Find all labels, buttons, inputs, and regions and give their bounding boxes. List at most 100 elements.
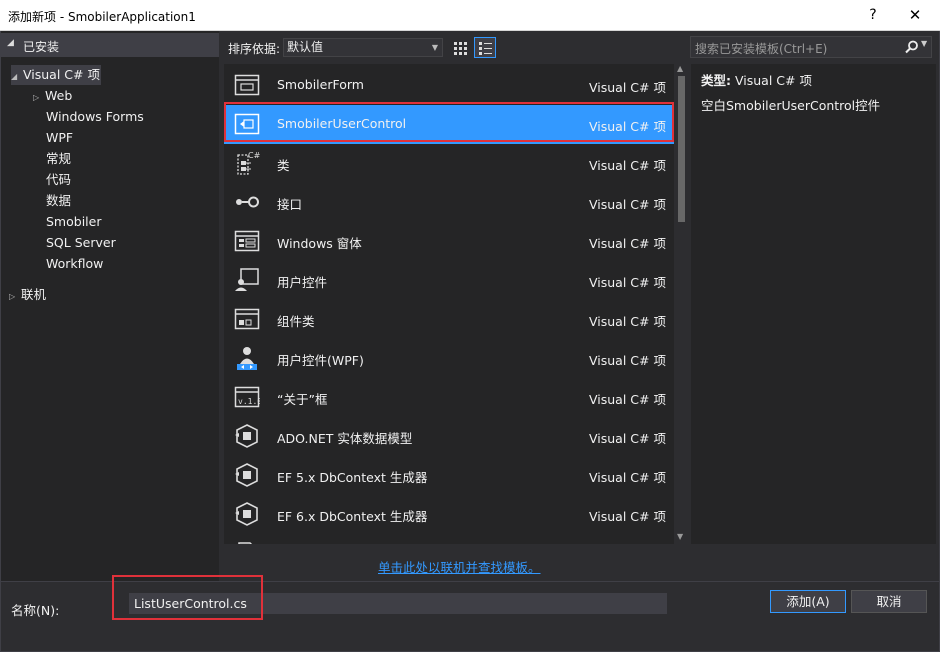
- template-row-partial[interactable]: [224, 534, 674, 544]
- template-language: Visual C# 项: [589, 314, 666, 329]
- template-list-scrollbar[interactable]: ▲ ▼: [675, 64, 688, 544]
- template-name: 组件类: [277, 314, 315, 329]
- template-row-ado-net-entity-model[interactable]: ADO.NET 实体数据模型 Visual C# 项: [224, 417, 674, 456]
- template-row-smobilerusercontrol[interactable]: SmobilerUserControl Visual C# 项: [224, 105, 674, 144]
- template-name: 用户控件(WPF): [277, 353, 364, 368]
- template-row-ef6-dbcontext[interactable]: EF 6.x DbContext 生成器 Visual C# 项: [224, 495, 674, 534]
- chevron-down-icon: ▼: [431, 43, 438, 52]
- grid-view-button[interactable]: [449, 37, 471, 58]
- sort-label: 排序依据:: [228, 42, 281, 56]
- template-name: 接口: [277, 197, 303, 212]
- template-language: Visual C# 项: [589, 275, 666, 290]
- template-name: SmobilerForm: [277, 77, 364, 92]
- add-button[interactable]: 添加(A): [770, 590, 846, 613]
- svg-text:v.1.0: v.1.0: [238, 397, 260, 406]
- details-pane: 类型: Visual C# 项 空白SmobilerUserControl控件: [691, 64, 936, 544]
- template-name: Windows 窗体: [277, 236, 362, 251]
- template-row-about-box[interactable]: v.1.0 “关于”框 Visual C# 项: [224, 378, 674, 417]
- name-field[interactable]: ListUserControl.cs: [129, 593, 667, 614]
- template-row-component[interactable]: 组件类 Visual C# 项: [224, 300, 674, 339]
- tree-item-visual-csharp[interactable]: ◢ Visual C# 项: [11, 65, 101, 85]
- tree-item-web[interactable]: ▷ Web: [33, 86, 72, 106]
- list-view-icon: [479, 42, 492, 55]
- template-name: SmobilerUserControl: [277, 116, 407, 131]
- window-title: 添加新项 - SmobilerApplication1: [8, 10, 196, 24]
- search-options-chevron-icon[interactable]: ▼: [921, 39, 927, 48]
- template-name: 用户控件: [277, 275, 328, 290]
- type-value: Visual C# 项: [734, 73, 812, 88]
- template-name: “关于”框: [277, 392, 328, 407]
- template-row-smobilerform[interactable]: SmobilerForm Visual C# 项: [224, 66, 674, 105]
- template-description: 空白SmobilerUserControl控件: [701, 98, 881, 113]
- title-bar: 添加新项 - SmobilerApplication1 ? ✕: [0, 0, 940, 31]
- entity-model-icon: [235, 424, 258, 448]
- template-name: EF 6.x DbContext 生成器: [277, 509, 428, 524]
- template-language: Visual C# 项: [589, 353, 666, 368]
- template-name: ADO.NET 实体数据模型: [277, 431, 413, 446]
- template-language: Visual C# 项: [589, 392, 666, 407]
- tree-item-windows-forms[interactable]: Windows Forms: [46, 107, 144, 127]
- template-row-windows-form[interactable]: Windows 窗体 Visual C# 项: [224, 222, 674, 261]
- list-view-button[interactable]: [474, 37, 496, 58]
- template-language: Visual C# 项: [589, 158, 666, 173]
- template-language: Visual C# 项: [589, 236, 666, 251]
- template-list: SmobilerForm Visual C# 项 SmobilerUserCon…: [224, 64, 674, 544]
- collapse-arrow-icon: ◢: [7, 38, 14, 48]
- template-language: Visual C# 项: [589, 197, 666, 212]
- grid-view-icon: [454, 42, 467, 55]
- online-templates-link[interactable]: 单击此处以联机并查找模板。: [378, 557, 541, 576]
- template-row-class[interactable]: C# 类 Visual C# 项: [224, 144, 674, 183]
- component-icon: [234, 308, 260, 330]
- installed-label: 已安装: [23, 40, 60, 54]
- installed-header[interactable]: ◢ 已安装: [1, 33, 219, 57]
- collapsed-arrow-icon: ▷: [9, 292, 16, 301]
- help-button[interactable]: ?: [858, 4, 888, 26]
- type-line: 类型: Visual C# 项: [701, 70, 812, 89]
- search-input[interactable]: 搜索已安装模板(Ctrl+E): [695, 40, 827, 57]
- sort-value: 默认值: [287, 40, 324, 54]
- template-name: 类: [277, 158, 290, 173]
- search-box[interactable]: 搜索已安装模板(Ctrl+E) ▼: [690, 36, 932, 58]
- dialog-body: ◢ 已安装 ◢ Visual C# 项 ▷ Web Windows Forms WP…: [0, 31, 940, 652]
- template-language: Visual C# 项: [589, 119, 666, 134]
- template-row-wpf-user-control[interactable]: 用户控件(WPF) Visual C# 项: [224, 339, 674, 378]
- windows-form-icon: [234, 230, 260, 252]
- cancel-button[interactable]: 取消: [851, 590, 927, 613]
- class-icon: C#: [237, 151, 260, 175]
- template-language: Visual C# 项: [589, 509, 666, 524]
- dbcontext-icon: [235, 463, 258, 487]
- scroll-down-arrow-icon[interactable]: ▼: [677, 532, 683, 541]
- scrollbar-thumb[interactable]: [678, 76, 685, 222]
- tree-item-workflow[interactable]: Workflow: [46, 254, 103, 274]
- tree-item-smobiler[interactable]: Smobiler: [46, 212, 101, 232]
- name-label: 名称(N):: [11, 603, 60, 618]
- tree-item-label: 联机: [21, 287, 47, 302]
- template-row-interface[interactable]: 接口 Visual C# 项: [224, 183, 674, 222]
- tree-item-code[interactable]: 代码: [46, 170, 71, 190]
- template-language: Visual C# 项: [589, 431, 666, 446]
- about-box-icon: v.1.0: [234, 386, 260, 408]
- template-row-ef5-dbcontext[interactable]: EF 5.x DbContext 生成器 Visual C# 项: [224, 456, 674, 495]
- sort-dropdown[interactable]: 默认值 ▼: [283, 38, 443, 57]
- tree-item-data[interactable]: 数据: [46, 191, 71, 211]
- usercontrol-icon: [234, 113, 260, 135]
- tree-item-wpf[interactable]: WPF: [46, 128, 73, 148]
- category-tree-pane: ◢ 已安装 ◢ Visual C# 项 ▷ Web Windows Forms WP…: [1, 31, 219, 581]
- tree-item-sql-server[interactable]: SQL Server: [46, 233, 116, 253]
- dbcontext-icon: [235, 502, 258, 526]
- tree-item-general[interactable]: 常规: [46, 149, 71, 169]
- user-control-icon: [235, 268, 259, 291]
- scroll-up-arrow-icon[interactable]: ▲: [677, 64, 683, 73]
- search-icon[interactable]: [905, 40, 919, 54]
- expanded-arrow-icon: ◢: [11, 72, 18, 81]
- form-icon: [234, 74, 260, 96]
- interface-icon: [236, 196, 259, 208]
- tree-item-online[interactable]: ▷ 联机: [9, 285, 46, 305]
- template-name: EF 5.x DbContext 生成器: [277, 470, 428, 485]
- template-row-user-control[interactable]: 用户控件 Visual C# 项: [224, 261, 674, 300]
- template-language: Visual C# 项: [589, 80, 666, 95]
- type-label: 类型:: [701, 73, 731, 88]
- template-language: Visual C# 项: [589, 470, 666, 485]
- tree-item-label: Visual C# 项: [23, 67, 100, 82]
- close-button[interactable]: ✕: [900, 4, 930, 26]
